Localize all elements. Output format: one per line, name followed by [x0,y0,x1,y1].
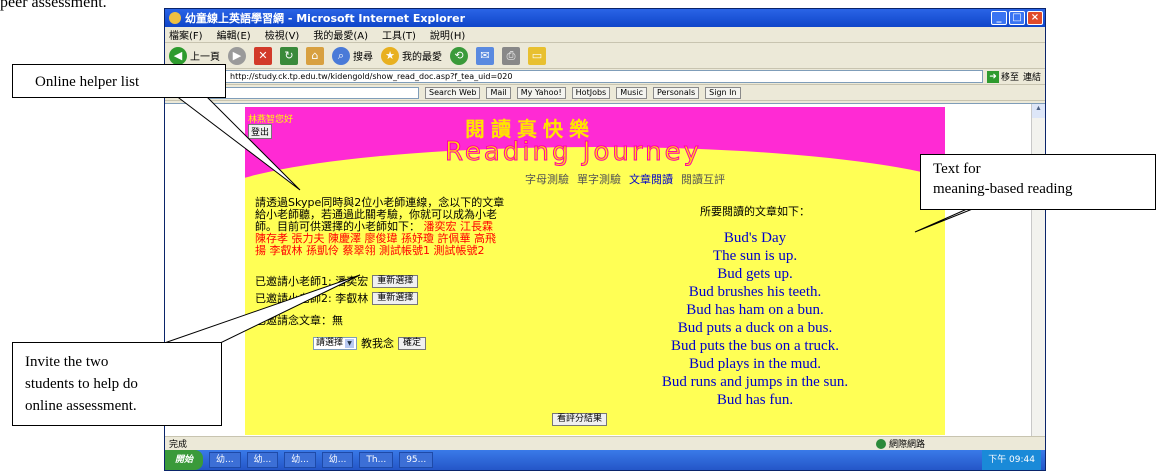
mail-button[interactable]: Mail [486,86,511,99]
menu-bar: 檔案(F) 編輯(E) 檢視(V) 我的最愛(A) 工具(T) 說明(H) [165,27,1045,43]
invited-reader-label: 已邀請念文章：無 [255,314,343,327]
story-line: Bud has ham on a bun. [686,302,824,318]
reselect-button-1[interactable]: 重新選擇 [372,275,419,288]
menu-help[interactable]: 說明(H) [430,27,465,42]
invite1-label: 已邀請小老師1: 潘奕宏 [255,274,369,288]
sign-in-button[interactable]: Sign In [705,86,741,99]
teach-me-label: 教我念 [361,336,395,350]
refresh-icon[interactable]: ↻ [280,46,298,65]
invite-row-1: 已邀請小老師1: 潘奕宏 重新選擇 [255,275,505,288]
home-icon[interactable]: ⌂ [306,46,324,65]
web-page: 林燕智您好 登出 閱讀真快樂 Reading Journey 字母測驗 單字測驗… [245,107,945,435]
back-button[interactable]: ◀ 上一頁 [169,46,220,65]
title-bar: 幼童線上英語學習網 - Microsoft Internet Explorer … [165,9,1045,27]
taskbar-item[interactable]: 幼... [246,452,279,468]
story-line: Bud puts a duck on a bus. [677,320,833,336]
teach-row: 請選擇 ▼ 教我念 確定 [313,337,505,350]
stop-icon[interactable]: ✕ [254,46,272,65]
search-icon: ⌕ [332,46,350,65]
toolbar: ◀ 上一頁 ▶ ✕ ↻ ⌂ ⌕ 搜尋 ★ 我的最愛 ⟲ ✉ ⎙ ▭ [165,43,1045,69]
star-icon: ★ [381,46,399,65]
browser-window: 幼童線上英語學習網 - Microsoft Internet Explorer … [164,8,1046,471]
back-arrow-icon: ◀ [169,46,187,65]
story-line: Bud brushes his teeth. [688,284,822,300]
story-line: Bud has fun. [716,392,794,408]
menu-view[interactable]: 檢視(V) [265,27,300,42]
forward-arrow-icon[interactable]: ▶ [228,46,246,65]
taskbar-item[interactable]: 幼... [209,452,241,468]
print-icon[interactable]: ⎙ [502,46,520,65]
reselect-button-2[interactable]: 重新選擇 [372,292,419,305]
scroll-up-icon[interactable]: ▲ [1032,104,1045,118]
yahoo-toolbar: Search Web Mail My Yahoo! HotJobs Music … [165,85,1045,101]
toolbar-search-input[interactable] [199,86,419,99]
mail-icon[interactable]: ✉ [476,46,494,65]
maximize-button[interactable]: □ [1009,11,1025,25]
callout-invite: Invite the two students to help do onlin… [12,342,222,426]
main-nav: 字母測驗 單字測驗 文章閱讀 閱讀互評 [525,171,725,187]
menu-favorites[interactable]: 我的最愛(A) [313,27,368,42]
top-caption: peer assessment. [0,0,107,11]
invite-row-2: 已邀請小老師2: 李叡林 重新選擇 [255,292,505,305]
callout-helper-list: Online helper list [12,64,226,98]
status-bar: 完成 網際網路 [165,436,1045,450]
student-select[interactable]: 請選擇 ▼ [313,337,358,350]
nav-letter-test[interactable]: 字母測驗 [525,171,569,187]
go-button[interactable]: ➜ 移至 [986,70,1019,83]
story-line: Bud puts the bus on a truck. [671,338,839,354]
nav-article-reading[interactable]: 文章閱讀 [629,171,673,187]
reading-text-panel: 所要閱讀的文章如下： Bud's Day The sun is up. Bud … [575,203,935,409]
nav-word-test[interactable]: 單字測驗 [577,171,621,187]
close-button[interactable]: × [1027,11,1043,25]
taskbar-item[interactable]: 幼... [321,452,354,468]
music-button[interactable]: Music [616,86,647,99]
helper-panel: 請透過Skype同時與2位小老師連線，念以下的文章給小老師聽，若通過此關考驗，你… [255,197,505,350]
view-results-button[interactable]: 看評分結果 [552,413,608,426]
story-line: Bud plays in the mud. [688,356,822,372]
invite2-label: 已邀請小老師2: 李叡林 [255,291,369,305]
status-text: 完成 [169,440,188,450]
address-input[interactable]: http://study.ck.tp.edu.tw/kidengold/show… [225,70,983,83]
story-intro: 所要閱讀的文章如下： [700,205,810,218]
confirm-button[interactable]: 確定 [398,337,427,350]
nav-peer-review[interactable]: 閱讀互評 [681,171,725,187]
chevron-down-icon: ▼ [345,339,355,348]
hotjobs-button[interactable]: HotJobs [571,86,611,99]
callout-meaning-text: Text for meaning-based reading [920,154,1156,210]
site-title-en: Reading Journey [445,137,702,168]
address-bar: http://study.ck.tp.edu.tw/kidengold/show… [165,69,1045,85]
ie-icon [169,12,181,24]
minimize-button[interactable]: _ [991,11,1007,25]
history-icon[interactable]: ⟲ [450,46,468,65]
logout-button[interactable]: 登出 [248,124,273,139]
start-button[interactable]: 開始 [165,450,204,470]
taskbar: 開始 幼... 幼... 幼... 幼... Th... 95... 下午 09… [165,450,1045,470]
story-line: Bud gets up. [717,266,793,282]
search-web-button[interactable]: Search Web [425,86,481,99]
taskbar-item[interactable]: Th... [359,452,394,468]
my-yahoo-button[interactable]: My Yahoo! [516,86,566,99]
system-clock: 下午 09:44 [982,450,1041,470]
browser-viewport: 林燕智您好 登出 閱讀真快樂 Reading Journey 字母測驗 單字測驗… [165,103,1045,438]
security-zone: 網際網路 [875,437,925,450]
personals-button[interactable]: Personals [652,86,700,99]
go-arrow-icon: ➜ [986,70,999,83]
favorites-button[interactable]: ★ 我的最愛 [381,46,442,65]
menu-file[interactable]: 檔案(F) [169,27,203,42]
taskbar-item[interactable]: 95... [399,452,434,468]
story-line: The sun is up. [712,248,798,264]
menu-edit[interactable]: 編輯(E) [217,27,251,42]
links-label[interactable]: 連結 [1023,70,1041,83]
globe-icon [875,438,886,449]
window-title: 幼童線上英語學習網 - Microsoft Internet Explorer [185,12,465,25]
folder-icon[interactable]: ▭ [528,46,546,65]
story-title: Bud's Day [723,230,787,246]
search-button[interactable]: ⌕ 搜尋 [332,46,373,65]
menu-tools[interactable]: 工具(T) [382,27,416,42]
taskbar-item[interactable]: 幼... [284,452,316,468]
story-line: Bud runs and jumps in the sun. [661,374,849,390]
